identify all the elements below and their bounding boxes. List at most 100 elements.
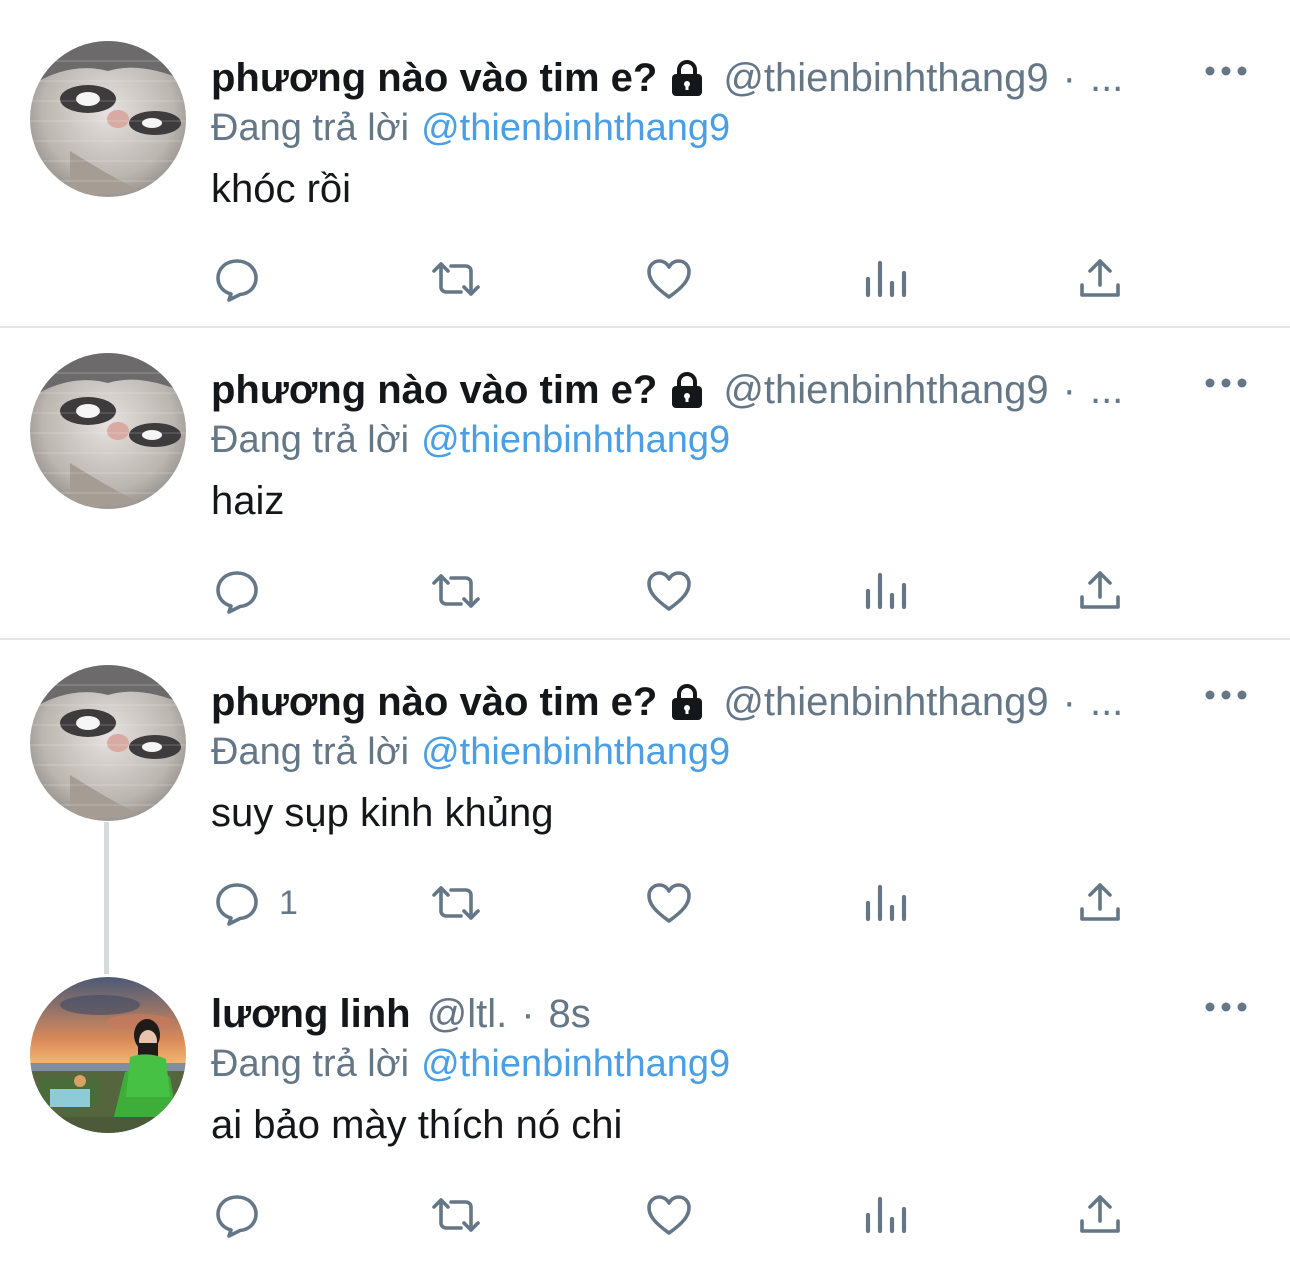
share-icon	[1080, 883, 1120, 921]
retweet-button[interactable]	[428, 567, 484, 615]
separator-dot: ·	[1062, 56, 1076, 100]
reply-icon	[216, 1195, 258, 1238]
like-button[interactable]	[645, 255, 693, 303]
like-button[interactable]	[645, 879, 693, 927]
replying-to-handle[interactable]: @thienbinhthang9	[421, 107, 730, 149]
handle[interactable]: @ltl.	[427, 989, 508, 1039]
retweet-icon	[432, 886, 480, 920]
replying-to: Đang trả lời @thienbinhthang9	[211, 415, 730, 465]
tweet[interactable]: phương nào vào tim e? @thienbinhthang9 ·…	[0, 665, 1290, 957]
share-button[interactable]	[1076, 567, 1124, 615]
retweet-icon	[432, 262, 480, 296]
lock-icon	[672, 60, 703, 96]
handle[interactable]: @thienbinhthang9	[723, 53, 1048, 103]
like-icon	[647, 259, 691, 299]
tweet-header: phương nào vào tim e? @thienbinhthang9 ·…	[211, 365, 1123, 415]
divider	[0, 638, 1290, 640]
retweet-button[interactable]	[428, 879, 484, 927]
more-options-icon[interactable]	[1204, 61, 1248, 81]
timestamp[interactable]: ...	[1090, 677, 1123, 727]
tweet-header: lương linh @ltl. · 8s	[211, 989, 591, 1039]
separator-dot: ·	[1062, 680, 1076, 724]
reply-icon	[216, 259, 258, 302]
display-name[interactable]: lương linh	[211, 989, 411, 1039]
replying-to: Đang trả lời @thienbinhthang9	[211, 1039, 730, 1089]
retweet-icon	[432, 574, 480, 608]
like-icon	[647, 571, 691, 611]
cat-avatar-image	[30, 353, 186, 509]
tweet[interactable]: lương linh @ltl. · 8s Đang trả lời @thien…	[0, 977, 1290, 1264]
replying-to: Đang trả lời @thienbinhthang9	[211, 103, 730, 153]
avatar[interactable]	[30, 41, 186, 197]
avatar[interactable]	[30, 665, 186, 821]
replying-prefix: Đang trả lời	[211, 107, 410, 149]
sunset-photo-avatar-image	[30, 977, 186, 1133]
like-icon	[647, 883, 691, 923]
avatar[interactable]	[30, 353, 186, 509]
views-button[interactable]	[862, 255, 910, 303]
avatar[interactable]	[30, 977, 186, 1133]
views-button[interactable]	[862, 567, 910, 615]
share-icon	[1080, 259, 1120, 297]
reply-button[interactable]	[213, 1191, 279, 1239]
thread-connector-line	[104, 822, 109, 974]
display-name[interactable]: phương nào vào tim e?	[211, 365, 657, 415]
lock-icon	[672, 372, 703, 408]
views-button[interactable]	[862, 1191, 910, 1239]
replying-prefix: Đang trả lời	[211, 419, 410, 461]
timestamp[interactable]: ...	[1090, 53, 1123, 103]
timestamp[interactable]: ...	[1090, 365, 1123, 415]
replying-to: Đang trả lời @thienbinhthang9	[211, 727, 730, 777]
more-options-icon[interactable]	[1204, 685, 1248, 705]
views-icon	[865, 884, 907, 922]
divider	[0, 326, 1290, 328]
share-button[interactable]	[1076, 1191, 1124, 1239]
tweet-text: haiz	[211, 479, 285, 523]
reply-button[interactable]	[213, 255, 279, 303]
share-icon	[1080, 1195, 1120, 1233]
retweet-button[interactable]	[428, 255, 484, 303]
tweet-feed: phương nào vào tim e? @thienbinhthang9 ·…	[0, 0, 1290, 1264]
handle[interactable]: @thienbinhthang9	[723, 365, 1048, 415]
views-icon	[865, 1196, 907, 1234]
display-name[interactable]: phương nào vào tim e?	[211, 53, 657, 103]
more-options-icon[interactable]	[1204, 997, 1248, 1017]
replying-to-handle[interactable]: @thienbinhthang9	[421, 419, 730, 461]
retweet-button[interactable]	[428, 1191, 484, 1239]
cat-avatar-image	[30, 41, 186, 197]
tweet-text: ai bảo mày thích nó chi	[211, 1103, 623, 1147]
like-icon	[647, 1195, 691, 1235]
display-name[interactable]: phương nào vào tim e?	[211, 677, 657, 727]
like-button[interactable]	[645, 567, 693, 615]
share-icon	[1080, 571, 1120, 609]
cat-avatar-image	[30, 665, 186, 821]
tweet-header: phương nào vào tim e? @thienbinhthang9 ·…	[211, 677, 1123, 727]
views-icon	[865, 260, 907, 298]
reply-button[interactable]	[213, 567, 279, 615]
reply-icon	[216, 883, 258, 926]
replying-to-handle[interactable]: @thienbinhthang9	[421, 731, 730, 773]
replying-prefix: Đang trả lời	[211, 731, 410, 773]
separator-dot: ·	[1062, 368, 1076, 412]
views-icon	[865, 572, 907, 610]
timestamp[interactable]: 8s	[549, 989, 591, 1039]
separator-dot: ·	[521, 992, 535, 1036]
lock-icon	[672, 684, 703, 720]
views-button[interactable]	[862, 879, 910, 927]
more-options-icon[interactable]	[1204, 373, 1248, 393]
retweet-icon	[432, 1198, 480, 1232]
like-button[interactable]	[645, 1191, 693, 1239]
reply-button[interactable]: 1	[213, 879, 298, 927]
tweet[interactable]: phương nào vào tim e? @thienbinhthang9 ·…	[0, 41, 1290, 326]
reply-count: 1	[279, 884, 298, 922]
tweet-header: phương nào vào tim e? @thienbinhthang9 ·…	[211, 53, 1123, 103]
replying-prefix: Đang trả lời	[211, 1043, 410, 1085]
tweet-text: suy sụp kinh khủng	[211, 791, 554, 835]
reply-icon	[216, 571, 258, 614]
handle[interactable]: @thienbinhthang9	[723, 677, 1048, 727]
share-button[interactable]	[1076, 879, 1124, 927]
tweet-text: khóc rồi	[211, 167, 352, 211]
share-button[interactable]	[1076, 255, 1124, 303]
replying-to-handle[interactable]: @thienbinhthang9	[421, 1043, 730, 1085]
tweet[interactable]: phương nào vào tim e? @thienbinhthang9 ·…	[0, 353, 1290, 638]
